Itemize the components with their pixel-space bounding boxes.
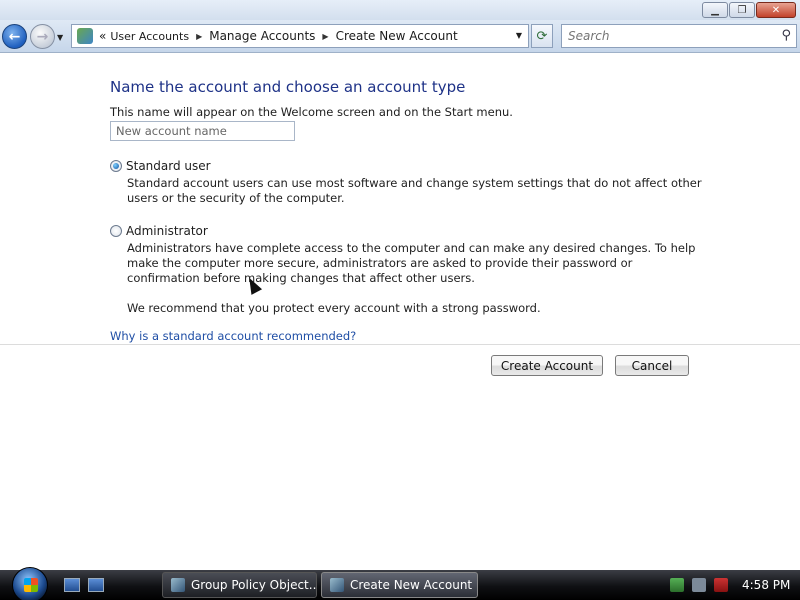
password-recommendation: We recommend that you protect every acco… [127, 301, 541, 315]
window-title-bar: ▁ ❐ ✕ [0, 0, 800, 20]
system-tray: 4:58 PM [660, 570, 800, 600]
volume-muted-icon[interactable] [714, 578, 728, 592]
user-accounts-icon [330, 578, 344, 592]
taskbar-item-label: Create New Account [350, 578, 473, 592]
taskbar-item-group-policy[interactable]: Group Policy Object... [162, 572, 317, 598]
standard-user-radio[interactable] [110, 160, 122, 172]
minimize-button[interactable]: ▁ [702, 2, 728, 18]
network-connection-icon[interactable] [692, 578, 706, 592]
refresh-button[interactable]: ⟳ [531, 24, 553, 48]
group-policy-icon [171, 578, 185, 592]
cancel-button[interactable]: Cancel [615, 355, 689, 376]
standard-user-description: Standard account users can use most soft… [127, 176, 702, 205]
window-controls: ▁ ❐ ✕ [702, 2, 796, 18]
taskbar: Group Policy Object... Create New Accoun… [0, 567, 800, 600]
standard-user-label[interactable]: Standard user [126, 159, 211, 173]
standard-user-option[interactable]: Standard user [110, 159, 710, 173]
administrator-description: Administrators have complete access to t… [127, 241, 696, 285]
breadcrumb-overflow-icon[interactable]: « [99, 29, 106, 43]
administrator-radio[interactable] [110, 225, 122, 237]
search-input[interactable] [562, 25, 767, 47]
breadcrumb-separator-icon[interactable]: ▶ [322, 32, 328, 41]
start-button[interactable] [12, 567, 48, 600]
taskbar-item-create-new-account[interactable]: Create New Account [321, 572, 478, 598]
breadcrumb-item-user-accounts[interactable]: User Accounts [110, 30, 189, 43]
show-desktop-icon[interactable] [64, 578, 80, 592]
standard-account-help-link[interactable]: Why is a standard account recommended? [110, 329, 356, 343]
create-account-button[interactable]: Create Account [491, 355, 603, 376]
user-accounts-icon [77, 28, 93, 44]
navigation-bar: ← → ▼ « User Accounts ▶ Manage Accounts … [0, 20, 800, 53]
back-button[interactable]: ← [2, 24, 27, 49]
address-dropdown-icon[interactable]: ▼ [516, 31, 522, 40]
refresh-icon: ⟳ [536, 28, 548, 44]
recent-pages-dropdown-icon[interactable]: ▼ [57, 33, 63, 42]
breadcrumb-separator-icon[interactable]: ▶ [196, 32, 202, 41]
administrator-label[interactable]: Administrator [126, 224, 208, 238]
forward-button[interactable]: → [30, 24, 55, 49]
breadcrumb-item-create-new-account[interactable]: Create New Account [336, 29, 458, 43]
search-box[interactable]: ⚲ [561, 24, 797, 48]
divider [0, 344, 800, 345]
close-button[interactable]: ✕ [756, 2, 796, 18]
switch-windows-icon[interactable] [88, 578, 104, 592]
breadcrumb: « User Accounts ▶ Manage Accounts ▶ Crea… [99, 29, 458, 43]
name-description: This name will appear on the Welcome scr… [110, 105, 513, 119]
taskbar-item-label: Group Policy Object... [191, 578, 317, 592]
network-status-icon[interactable] [670, 578, 684, 592]
clock[interactable]: 4:58 PM [742, 578, 790, 592]
create-account-form: Name the account and choose an account t… [110, 78, 710, 343]
maximize-button[interactable]: ❐ [729, 2, 755, 18]
address-bar[interactable]: « User Accounts ▶ Manage Accounts ▶ Crea… [71, 24, 529, 48]
administrator-option[interactable]: Administrator [110, 224, 710, 238]
search-icon[interactable]: ⚲ [781, 28, 791, 43]
breadcrumb-item-manage-accounts[interactable]: Manage Accounts [209, 29, 315, 43]
account-name-input[interactable] [110, 121, 295, 141]
page-title: Name the account and choose an account t… [110, 78, 466, 96]
